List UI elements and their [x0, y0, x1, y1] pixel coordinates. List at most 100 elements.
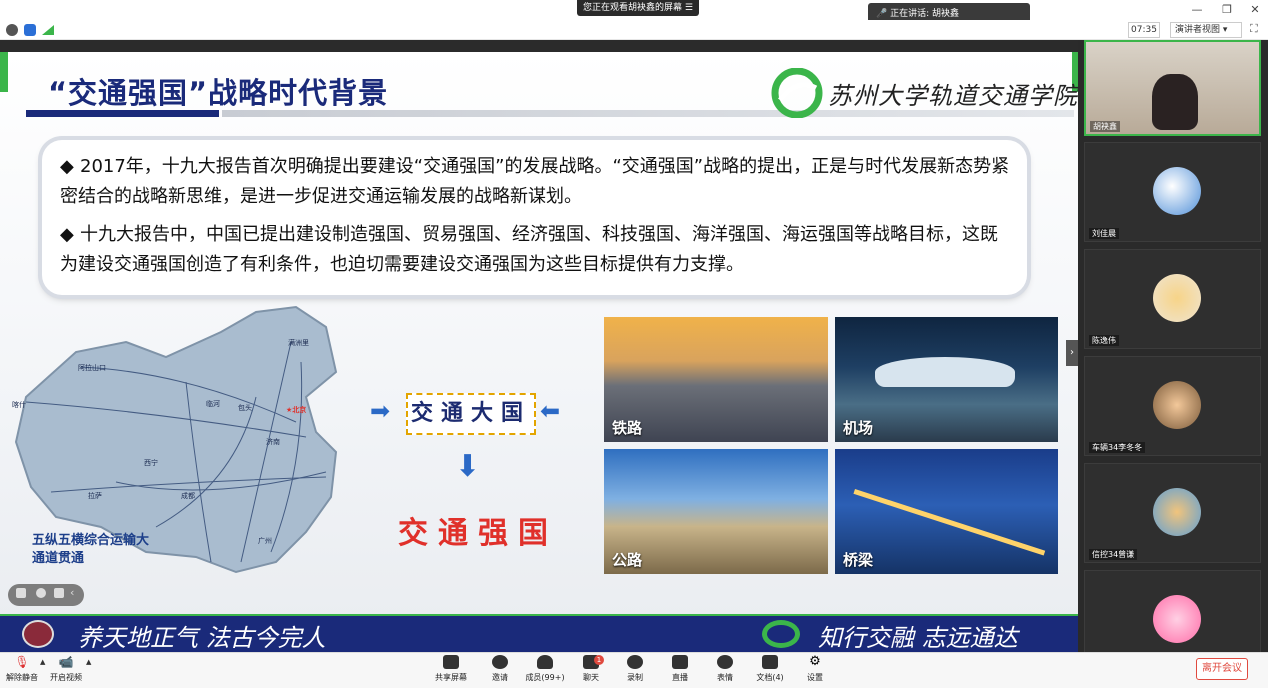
arrow-down-icon: ⬇: [455, 449, 481, 484]
participant-tile[interactable]: 信控34曾谦: [1084, 463, 1261, 563]
participant-name: 刘佳晨: [1089, 228, 1119, 239]
map-city: 喀什: [12, 400, 26, 409]
settings-button[interactable]: ⚙ 设置: [795, 655, 835, 683]
university-logo-small-icon: [762, 620, 800, 648]
live-button[interactable]: 直播: [660, 655, 700, 683]
seal-icon: [22, 620, 54, 648]
gear-icon: ⚙: [809, 654, 821, 669]
map-caption: 五纵五横综合运输大通道贯通: [32, 533, 150, 566]
share-label: 共享屏幕: [435, 673, 467, 682]
emoji-icon: [717, 655, 733, 669]
map-city: 包头: [238, 403, 252, 412]
photo-bridge: 桥梁: [835, 449, 1058, 574]
slide-title: “交通强国”战略时代背景: [48, 76, 389, 110]
center-concept-box: 交通大国: [406, 393, 536, 435]
participant-tile[interactable]: 陈逸伟: [1084, 249, 1261, 349]
participant-name: 信控34曾谦: [1089, 549, 1138, 560]
participant-name: 陈逸伟: [1089, 335, 1119, 346]
docs-button[interactable]: 文档(4): [750, 655, 790, 683]
map-city: 阿拉山口: [78, 363, 106, 372]
settings-label: 设置: [807, 673, 823, 682]
info-icon[interactable]: [6, 24, 18, 36]
docs-label: 文档(4): [756, 673, 784, 682]
participant-tile-active[interactable]: 胡袂鑫: [1084, 40, 1261, 136]
video-label: 开启视频: [50, 673, 82, 682]
result-text: 交通强国: [398, 516, 558, 551]
invite-button[interactable]: 邀请: [480, 655, 520, 683]
collapse-panel-button[interactable]: ›: [1066, 340, 1078, 366]
restore-button[interactable]: ❐: [1218, 2, 1236, 18]
paragraph-1-text: 2017年，十九大报告首次明确提出要建设“交通强国”的发展战略。“交通强国”战略…: [60, 156, 1010, 207]
paragraph-2: ◆ 十九大报告中，中国已提出建设制造强国、贸易强国、经济强国、科技强国、海洋强国、…: [60, 220, 1010, 280]
shield-icon[interactable]: [24, 24, 36, 36]
map-city: 西宁: [144, 458, 158, 467]
mute-button[interactable]: 🎙 解除静音: [2, 655, 42, 683]
avatar: [1153, 381, 1201, 429]
avatar: [1153, 167, 1201, 215]
status-row: [0, 20, 1268, 40]
bullet-icon: ◆: [60, 156, 74, 177]
title-underline: [26, 110, 219, 117]
video-button[interactable]: 📹 开启视频: [46, 655, 86, 683]
map-city: 成都: [181, 491, 195, 500]
participant-tile[interactable]: 刘佳晨: [1084, 142, 1261, 242]
airport-terminal: [875, 357, 1015, 387]
share-notice-text: 您正在观看胡袂鑫的屏幕: [583, 3, 683, 13]
slogan-left: 养天地正气 法古今完人: [78, 624, 326, 652]
photo-airport: 机场: [835, 317, 1058, 442]
chevron-up-icon[interactable]: ▲: [40, 658, 45, 666]
photo-railway: 铁路: [604, 317, 828, 442]
chevron-up-icon[interactable]: ▲: [86, 658, 91, 666]
emoji-button[interactable]: 表情: [705, 655, 745, 683]
members-button[interactable]: 成员(99+): [525, 655, 565, 683]
avatar: [1153, 595, 1201, 643]
photo-highway: 公路: [604, 449, 828, 574]
invite-icon: [492, 655, 508, 669]
close-button[interactable]: ✕: [1246, 2, 1264, 18]
avatar: [1153, 488, 1201, 536]
photo-label: 铁路: [612, 419, 643, 437]
chevron-left-icon[interactable]: ‹: [70, 586, 74, 599]
participant-name: 胡袂鑫: [1090, 121, 1120, 132]
document-icon: [762, 655, 778, 669]
record-label: 录制: [627, 673, 643, 682]
tool-icon[interactable]: [54, 588, 64, 598]
view-mode-select[interactable]: 演讲者视图 ▾: [1170, 22, 1242, 38]
university-logo-text: 苏州大学轨道交通学院: [828, 82, 1078, 110]
members-label: 成员(99+): [525, 673, 565, 682]
bridge-deck: [842, 489, 1046, 574]
share-notice[interactable]: 您正在观看胡袂鑫的屏幕 ☰: [577, 0, 699, 16]
signal-icon[interactable]: [42, 25, 54, 35]
live-icon: [672, 655, 688, 669]
chat-button[interactable]: 聊天: [571, 655, 611, 683]
participant-tile[interactable]: 车辆34李冬冬: [1084, 356, 1261, 456]
speaking-text: 正在讲话: 胡袂鑫: [890, 9, 959, 19]
title-rule: [222, 110, 1074, 117]
share-top-strip: [0, 40, 1078, 52]
photo-label: 桥梁: [843, 551, 874, 569]
slide-controls[interactable]: ‹: [8, 584, 84, 606]
meeting-timer: 07:35: [1128, 22, 1160, 38]
record-icon: [627, 655, 643, 669]
map-city: 临河: [206, 399, 220, 408]
participant-panel: ︿ 胡袂鑫 刘佳晨 陈逸伟 车辆34李冬冬 信控34曾谦: [1078, 40, 1268, 670]
mic-muted-icon: 🎙: [14, 655, 30, 669]
live-label: 直播: [672, 673, 688, 682]
annotate-icon[interactable]: [36, 588, 46, 598]
menu-icon[interactable]: ☰: [685, 3, 693, 13]
avatar: [1153, 274, 1201, 322]
slogan-right: 知行交融 志远通达: [818, 624, 1018, 652]
fullscreen-icon[interactable]: ⛶: [1250, 22, 1258, 36]
record-button[interactable]: 录制: [615, 655, 655, 683]
invite-label: 邀请: [492, 673, 508, 682]
chat-label: 聊天: [583, 673, 599, 682]
photo-label: 公路: [612, 551, 643, 569]
arrow-right-icon: ➡: [370, 397, 391, 425]
minimize-button[interactable]: —: [1188, 2, 1206, 18]
share-screen-icon: [443, 655, 459, 669]
share-screen-button[interactable]: 共享屏幕: [431, 655, 471, 683]
grid-icon[interactable]: [16, 588, 26, 598]
leave-meeting-button[interactable]: 离开会议: [1196, 658, 1248, 680]
university-logo-icon: [771, 68, 823, 118]
photo-label: 机场: [843, 419, 874, 437]
